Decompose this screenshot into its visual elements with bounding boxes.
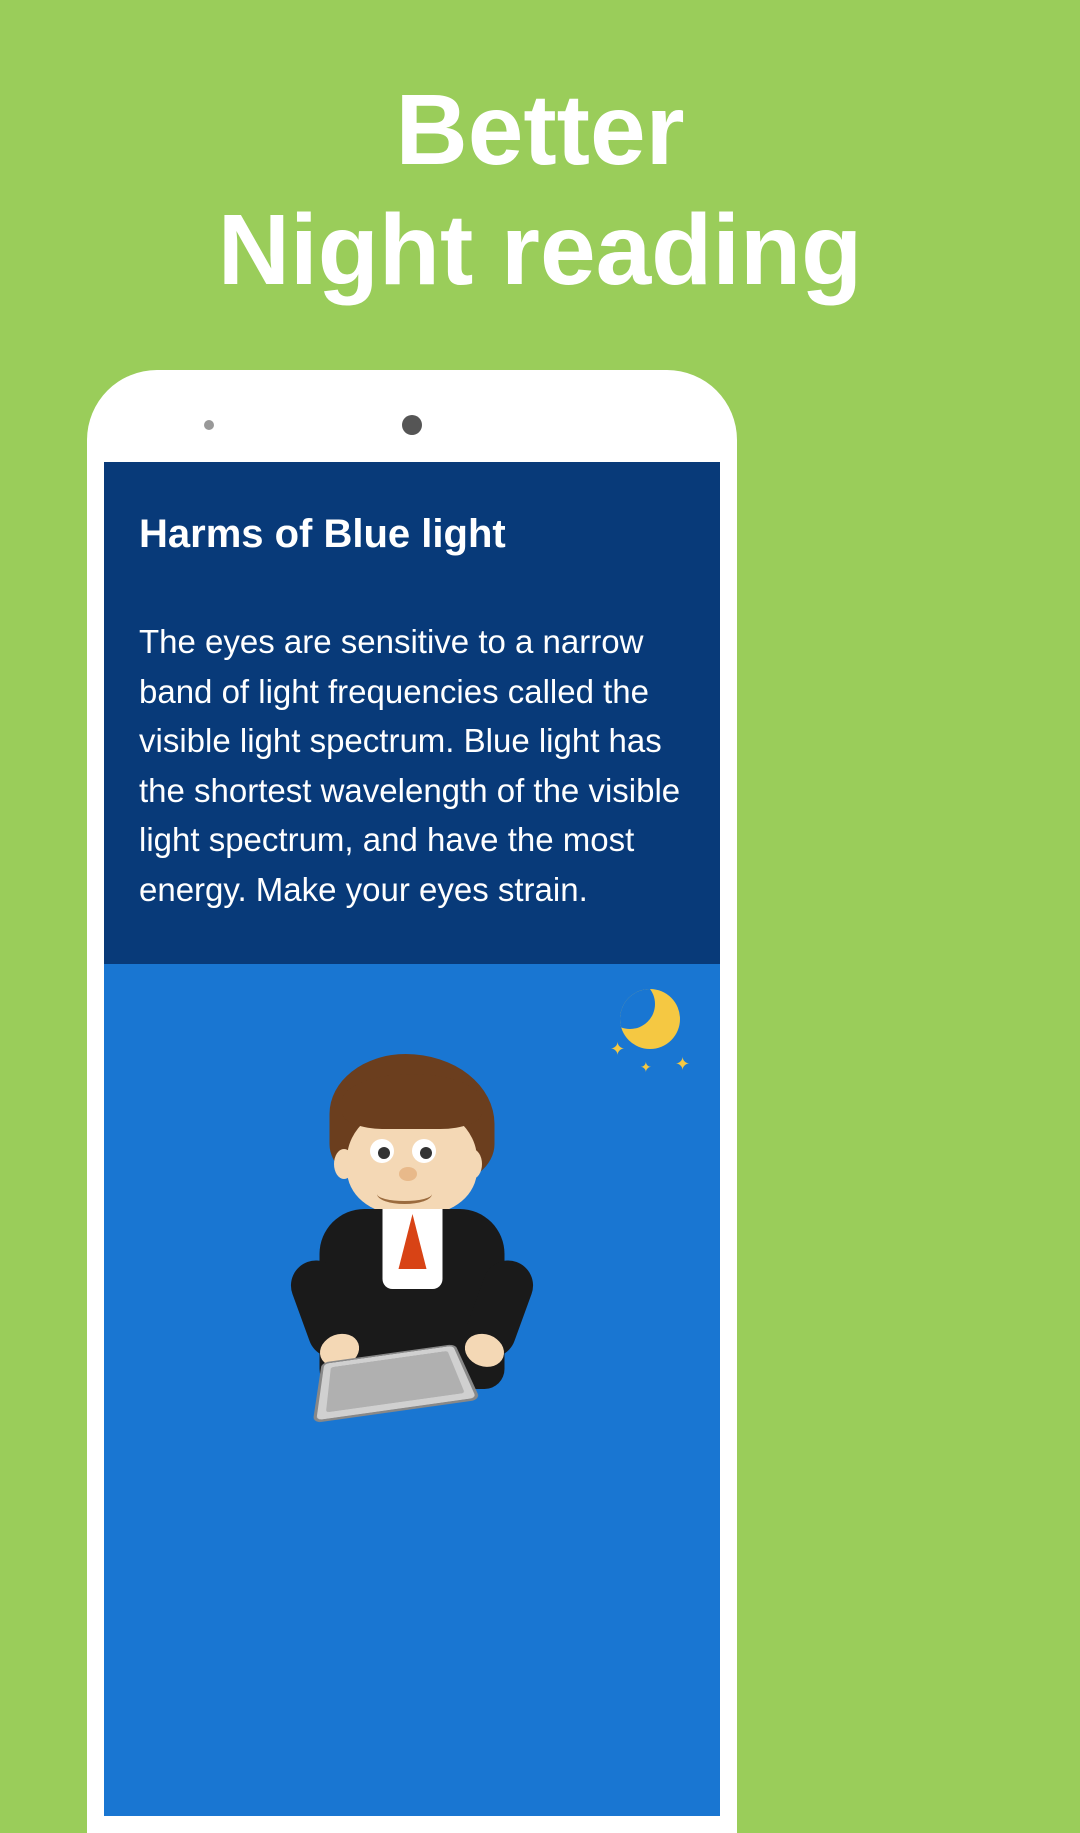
star-icon: ✦ (640, 1059, 652, 1076)
character-illustration (272, 1054, 552, 1434)
phone-mockup-frame: Harms of Blue light The eyes are sensiti… (87, 370, 737, 1833)
promo-header: Better Night reading (0, 0, 1080, 310)
illustration-panel: ✦ ✦ ✦ (104, 964, 720, 1816)
star-icon: ✦ (610, 1039, 625, 1060)
speaker-icon (402, 415, 422, 435)
star-icon: ✦ (675, 1054, 690, 1075)
article-header: Harms of Blue light The eyes are sensiti… (104, 462, 720, 964)
header-line1: Better (0, 70, 1080, 190)
header-line2: Night reading (0, 190, 1080, 310)
phone-screen: Harms of Blue light The eyes are sensiti… (104, 462, 720, 1816)
phone-bezel (104, 387, 720, 462)
moon-icon: ✦ ✦ ✦ (620, 989, 690, 1059)
article-title: Harms of Blue light (139, 512, 685, 557)
sensor-icon (204, 420, 214, 430)
article-body: The eyes are sensitive to a narrow band … (139, 617, 685, 914)
